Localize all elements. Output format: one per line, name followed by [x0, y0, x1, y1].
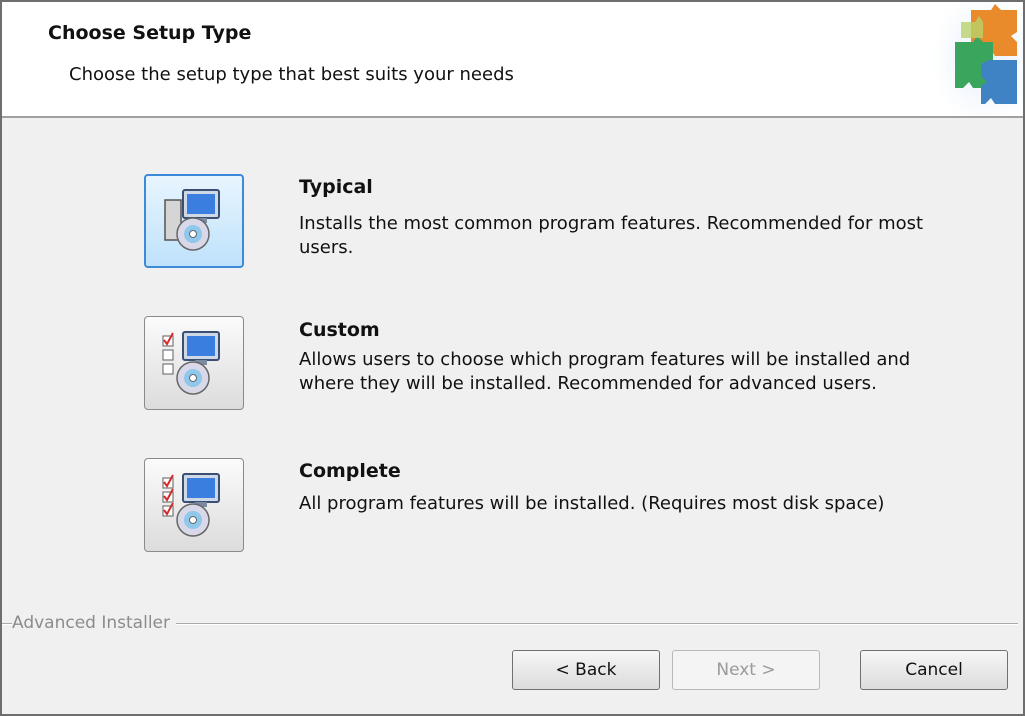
- complete-option-title: Complete: [299, 460, 401, 482]
- typical-option-description: Installs the most common program feature…: [299, 213, 924, 258]
- page-subtitle: Choose the setup type that best suits yo…: [69, 64, 514, 85]
- brand-separator: Advanced Installer: [2, 613, 1018, 633]
- next-button[interactable]: Next >: [672, 650, 820, 690]
- brand-label: Advanced Installer: [12, 613, 176, 633]
- typical-setup-icon: [164, 189, 220, 251]
- complete-setup-icon: [162, 473, 220, 537]
- typical-option-button[interactable]: [144, 174, 244, 268]
- installer-logo-icon: [931, 2, 1023, 116]
- complete-option-button[interactable]: [144, 458, 244, 552]
- cancel-button[interactable]: Cancel: [860, 650, 1008, 690]
- custom-setup-icon: [162, 331, 220, 395]
- custom-option-title: Custom: [299, 319, 380, 341]
- setup-dialog: Choose Setup Type Choose the setup type …: [0, 0, 1025, 716]
- dialog-header: Choose Setup Type Choose the setup type …: [2, 2, 1023, 118]
- page-title: Choose Setup Type: [48, 22, 252, 44]
- back-button[interactable]: < Back: [512, 650, 660, 690]
- typical-option-title: Typical: [299, 176, 373, 198]
- custom-option-description: Allows users to choose which program fea…: [299, 349, 911, 394]
- complete-option-description: All program features will be installed. …: [299, 493, 885, 514]
- custom-option-button[interactable]: [144, 316, 244, 410]
